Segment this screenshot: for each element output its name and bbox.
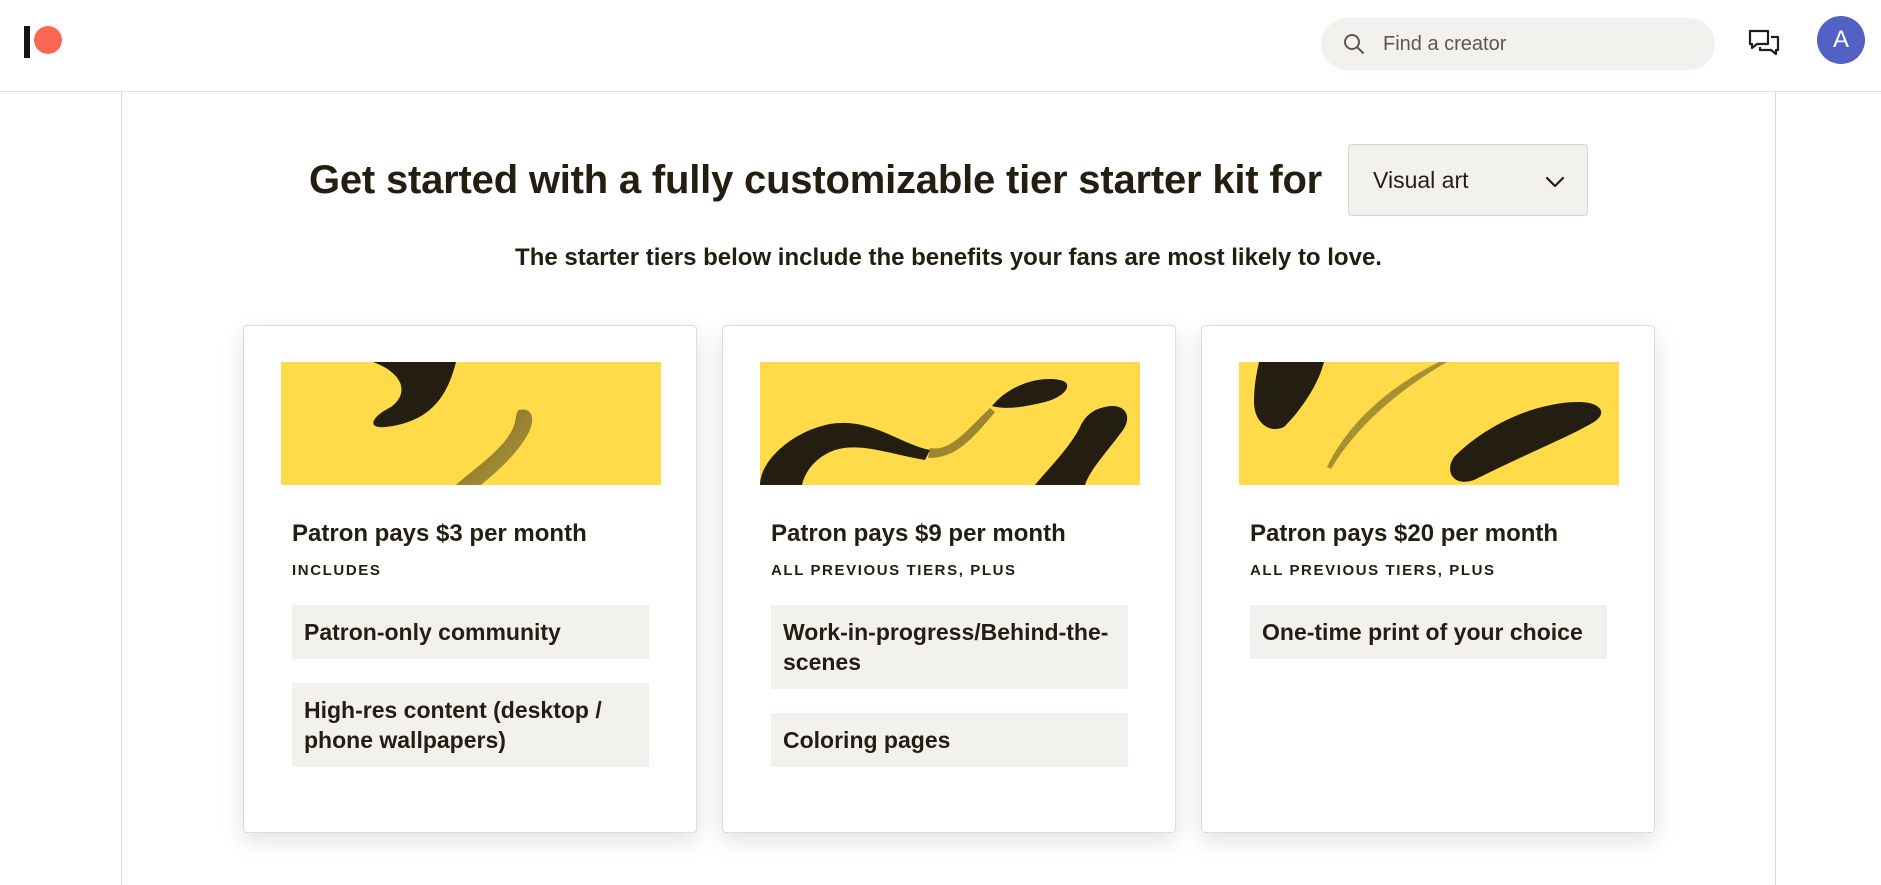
tier-includes-label: ALL PREVIOUS TIERS, PLUS (771, 562, 1017, 579)
tier-title: Patron pays $9 per month (771, 520, 1066, 547)
top-navigation-bar: A (0, 0, 1881, 92)
tier-banner-image (1239, 362, 1619, 485)
patreon-logo-icon[interactable] (22, 24, 64, 60)
benefit-item: Coloring pages (771, 713, 1128, 767)
tier-card-20[interactable]: Patron pays $20 per month ALL PREVIOUS T… (1201, 325, 1655, 833)
benefit-list: Work-in-progress/Behind-the-scenes Color… (771, 605, 1128, 791)
tier-cards: Patron pays $3 per month INCLUDES Patron… (243, 325, 1657, 833)
logo-bar (24, 26, 30, 58)
category-select[interactable]: Visual art (1348, 144, 1589, 216)
benefit-item: One-time print of your choice (1250, 605, 1607, 659)
search-bar[interactable] (1321, 18, 1715, 70)
benefit-list: Patron-only community High-res content (… (292, 605, 649, 791)
logo-dot (34, 26, 62, 54)
page-subtitle: The starter tiers below include the bene… (515, 244, 1382, 271)
tier-card-9[interactable]: Patron pays $9 per month ALL PREVIOUS TI… (722, 325, 1176, 833)
messages-icon[interactable] (1744, 24, 1784, 64)
page-title: Get started with a fully customizable ti… (308, 157, 1323, 202)
tier-title: Patron pays $20 per month (1250, 520, 1559, 547)
avatar[interactable]: A (1817, 16, 1865, 64)
main-content: Get started with a fully customizable ti… (121, 92, 1776, 885)
benefit-list: One-time print of your choice (1250, 605, 1607, 683)
heading-row: Get started with a fully customizable ti… (122, 144, 1775, 216)
benefit-item: High-res content (desktop / phone wallpa… (292, 683, 649, 767)
search-input[interactable] (1381, 31, 1681, 57)
tier-card-3[interactable]: Patron pays $3 per month INCLUDES Patron… (243, 325, 697, 833)
category-select-value: Visual art (1373, 166, 1469, 193)
chevron-down-icon (1545, 167, 1565, 194)
benefit-item: Work-in-progress/Behind-the-scenes (771, 605, 1128, 689)
tier-includes-label: INCLUDES (292, 562, 382, 579)
tier-banner-image (760, 362, 1140, 485)
tier-title: Patron pays $3 per month (292, 520, 587, 547)
tier-includes-label: ALL PREVIOUS TIERS, PLUS (1250, 562, 1496, 579)
search-icon (1341, 31, 1367, 57)
tier-banner-image (281, 362, 661, 485)
benefit-item: Patron-only community (292, 605, 649, 659)
